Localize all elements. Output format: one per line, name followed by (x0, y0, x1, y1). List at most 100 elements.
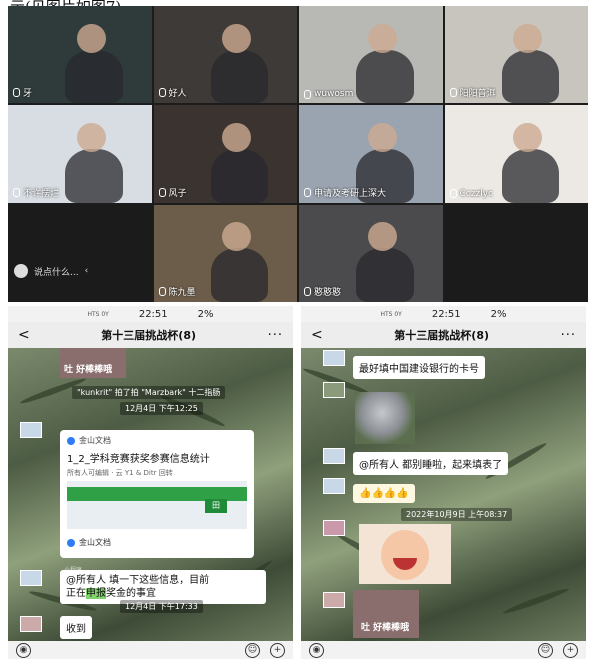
chevron-left-icon[interactable]: ‹ (85, 266, 89, 276)
avatar[interactable] (20, 422, 42, 438)
doc-preview: 田 (67, 481, 247, 529)
message-bubble[interactable]: 收到 (60, 616, 92, 639)
voice-icon[interactable]: ◉ (309, 642, 324, 658)
video-tile[interactable]: 憨憨憨 (299, 204, 443, 302)
timestamp: 12月4日 下午12:25 (120, 402, 203, 415)
avatar[interactable] (323, 592, 345, 608)
chat-messages[interactable]: 吐 好棒棒哦 "kunkrit" 拍了拍 "Marzbark" 十二指肠 12月… (8, 348, 293, 641)
card-source: 金山文档 (79, 436, 111, 445)
battery-level: 2% (490, 308, 507, 320)
card-meta: 所有人可编辑 · 云 Y1 & Ditr 回转 (67, 469, 173, 477)
participant-name: 牙 (13, 86, 32, 99)
participant-name: 申请及考研上深大 (304, 186, 386, 199)
avatar[interactable] (20, 570, 42, 586)
video-tile[interactable]: Cczzlyc (444, 105, 588, 203)
video-tile[interactable]: 风子 (153, 105, 297, 203)
avatar[interactable] (323, 382, 345, 398)
sticker-caption: 吐 好棒棒哦 (64, 365, 113, 375)
video-tile[interactable]: 牙 (8, 6, 152, 104)
meeting-chat-input[interactable]: 说点什么... ‹ (14, 262, 88, 280)
chat-screenshot-left: HTS 0Y 22:51 2% < 第十三届挑战杯(8) ··· 吐 好棒棒哦 … (8, 306, 293, 659)
video-meeting-grid: 牙 好人 wuwosm 阳阳普洱不许摆烂 风子 申请及考研上深大 Cczzlyc 说点什么..… (8, 6, 588, 302)
more-options-button[interactable]: ··· (561, 328, 576, 343)
carrier-label: HTS 0Y (87, 310, 109, 318)
card-footer: 金山文档 (79, 538, 111, 547)
participant-video (501, 49, 560, 104)
chat-icon (14, 264, 28, 278)
voice-icon[interactable]: ◉ (16, 642, 31, 658)
sticker-image[interactable]: 吐 好棒棒哦 (353, 590, 419, 638)
chat-header: < 第十三届挑战杯(8) ··· (301, 322, 586, 348)
video-tile[interactable]: 说点什么... ‹ (8, 204, 152, 302)
highlight-text: 申报 (86, 588, 106, 599)
system-pat-notice: "kunkrit" 拍了拍 "Marzbark" 十二指肠 (72, 386, 226, 399)
avatar[interactable] (323, 448, 345, 464)
participant-name: 风子 (158, 186, 187, 199)
emoji-icon[interactable]: ☺ (538, 642, 553, 658)
status-bar: HTS 0Y 22:51 2% (8, 306, 293, 322)
mic-icon (13, 187, 20, 197)
message-bubble[interactable]: @所有人 填一下这些信息，目前 正在申报奖金的事宜 (60, 570, 266, 604)
mic-icon (304, 187, 311, 197)
participant-video (210, 149, 269, 203)
participant-name: 好人 (158, 86, 187, 99)
input-bar: ◉ ☺ + (8, 641, 293, 659)
chat-placeholder: 说点什么... (34, 267, 79, 278)
participant-name: wuwosm (304, 89, 353, 99)
message-bubble[interactable]: 👍👍👍👍 (353, 484, 415, 503)
input-bar: ◉ ☺ + (301, 641, 586, 659)
participant-video (65, 149, 123, 203)
mic-icon (158, 287, 166, 296)
mic-icon (449, 189, 457, 199)
mic-icon (304, 89, 311, 99)
video-tile[interactable]: 陈九墨 (153, 204, 297, 302)
message-bubble[interactable]: 最好填中国建设银行的卡号 (353, 356, 485, 379)
participant-name: 憨憨憨 (304, 285, 341, 298)
shared-doc-card[interactable]: 金山文档 1_2_学科竞赛获奖参赛信息统计 所有人可编辑 · 云 Y1 & Di… (60, 430, 254, 558)
participant-video (65, 49, 123, 104)
doc-preview-badge: 田 (205, 499, 227, 513)
kdocs-icon (67, 436, 75, 445)
carrier-label: HTS 0Y (380, 310, 402, 318)
participant-video (356, 49, 414, 104)
mic-icon (158, 88, 166, 98)
sticker-image[interactable]: 吐 好棒棒哦 (60, 348, 126, 378)
participant-video (210, 248, 269, 302)
chat-header: < 第十三届挑战杯(8) ··· (8, 322, 293, 348)
avatar[interactable] (323, 478, 345, 494)
chat-screenshot-right: HTS 0Y 22:51 2% < 第十三届挑战杯(8) ··· 最好填中国建设… (301, 306, 586, 659)
video-tile[interactable]: wuwosm (299, 6, 443, 104)
video-tile[interactable]: 好人 (153, 6, 297, 104)
plus-icon[interactable]: + (563, 642, 578, 658)
timestamp: 2022年10月9日 上午08:37 (401, 508, 513, 521)
chat-messages[interactable]: 最好填中国建设银行的卡号 @所有人 都别睡啦，起来填表了 👍👍👍👍 2022年1… (301, 348, 586, 641)
timestamp: 12月4日 下午17:33 (120, 600, 203, 613)
message-bubble[interactable]: @所有人 都别睡啦，起来填表了 (353, 452, 509, 475)
back-button[interactable]: < (18, 327, 30, 343)
status-time: 22:51 (431, 308, 461, 320)
kdocs-icon (67, 538, 75, 547)
plus-icon[interactable]: + (270, 642, 285, 658)
mic-icon (158, 187, 166, 197)
more-options-button[interactable]: ··· (268, 328, 283, 343)
video-tile[interactable]: 阳阳普洱 (444, 6, 588, 104)
avatar[interactable] (20, 616, 42, 632)
avatar[interactable] (323, 350, 345, 366)
video-tile[interactable]: 不许摆烂 (8, 105, 152, 203)
participant-name: 陈九墨 (158, 285, 196, 298)
avatar[interactable] (323, 520, 345, 536)
mic-icon (449, 88, 457, 98)
mic-icon (13, 88, 20, 98)
participant-name: 阳阳普洱 (449, 86, 496, 99)
video-tile[interactable] (444, 204, 588, 302)
video-tile[interactable]: 申请及考研上深大 (299, 105, 443, 203)
status-time: 22:51 (138, 308, 168, 320)
participant-name: 不许摆烂 (13, 186, 59, 199)
emoji-icon[interactable]: ☺ (245, 642, 260, 658)
sticker-image[interactable] (355, 392, 415, 444)
status-bar: HTS 0Y 22:51 2% (301, 306, 586, 322)
back-button[interactable]: < (311, 327, 323, 343)
chat-title: 第十三届挑战杯(8) (101, 329, 197, 342)
participant-video (210, 49, 269, 104)
sticker-image[interactable] (359, 524, 451, 584)
